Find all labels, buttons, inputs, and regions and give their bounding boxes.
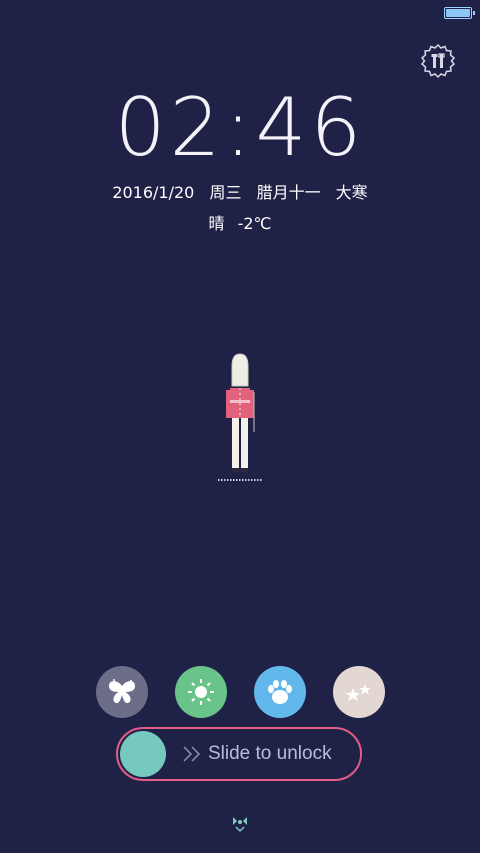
slide-to-unlock[interactable]: Slide to unlock <box>116 727 362 781</box>
theme-stars-button[interactable] <box>333 666 385 718</box>
theme-settings-button[interactable] <box>420 43 456 79</box>
weekday: 周三 <box>209 183 242 202</box>
royal-guard-illustration <box>218 353 262 481</box>
paw-icon <box>268 680 292 704</box>
stars-icon <box>346 684 371 701</box>
theme-sun-button[interactable] <box>175 666 227 718</box>
clock-time: 02:46 <box>114 81 366 174</box>
battery-level <box>446 9 470 17</box>
tools-icon <box>420 43 456 79</box>
unlock-label: Slide to unlock <box>208 743 332 764</box>
theme-paw-button[interactable] <box>254 666 306 718</box>
butterfly-icon <box>109 679 135 704</box>
date: 2016/1/20 <box>112 183 195 202</box>
weather-condition: 晴 <box>208 214 225 233</box>
date-line: 2016/1/20 周三 腊月十一 大寒 <box>0 179 480 203</box>
theme-row <box>0 666 480 718</box>
theme-butterfly-button[interactable] <box>96 666 148 718</box>
lunar-date: 腊月十一 <box>256 183 321 202</box>
weather-line: 晴 -2℃ <box>0 210 480 234</box>
temperature: -2℃ <box>237 214 272 233</box>
double-chevron-icon <box>183 746 201 762</box>
theme-logo-icon <box>233 817 247 833</box>
solar-term: 大寒 <box>335 183 368 202</box>
unlock-knob[interactable] <box>120 731 166 777</box>
sun-icon <box>188 679 214 705</box>
battery-icon <box>444 7 475 19</box>
